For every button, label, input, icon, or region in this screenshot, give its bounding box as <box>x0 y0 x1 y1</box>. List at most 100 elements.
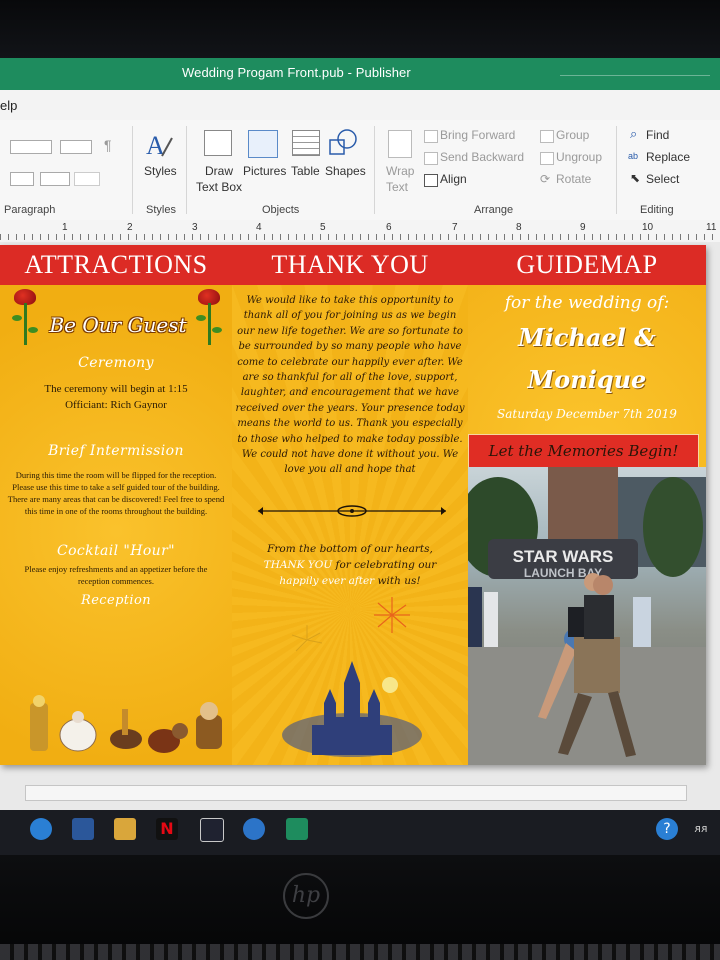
intermission-title: Brief Intermission <box>48 443 184 459</box>
guidemap-header: GUIDEMAP <box>468 245 706 285</box>
align-button[interactable]: Align <box>440 172 467 186</box>
ruler-tick-label: 1 <box>62 222 68 233</box>
send-backward-icon[interactable] <box>424 152 438 165</box>
ruler-tick-label: 4 <box>256 222 262 233</box>
bring-forward-button[interactable]: Bring Forward <box>440 128 515 142</box>
ruler-tick-label: 11 <box>706 222 717 233</box>
styles-group-label: Styles <box>146 204 176 216</box>
text-box-icon[interactable] <box>204 130 232 156</box>
photo-sign-text-1: STAR WARS <box>513 547 614 566</box>
ruler-tick-label: 3 <box>192 222 198 233</box>
ceremony-time: The ceremony will begin at 1:15 <box>44 383 188 395</box>
ceremony-title: Ceremony <box>78 355 154 371</box>
mail-icon[interactable] <box>200 818 224 842</box>
people-icon[interactable]: ᴙᴙ <box>690 818 712 840</box>
rotate-icon[interactable]: ⟳ <box>540 172 550 186</box>
media-icon[interactable] <box>243 818 265 840</box>
hp-logo: hp <box>283 873 329 919</box>
find-icon[interactable]: ⌕ <box>630 126 637 142</box>
align-objects-icon[interactable] <box>424 174 438 187</box>
monitor-bezel-top <box>0 0 720 60</box>
menu-bar: elp <box>0 90 720 120</box>
keyboard-edge <box>0 944 720 960</box>
select-icon[interactable]: ⬉ <box>630 171 640 185</box>
windows-icon[interactable] <box>30 818 52 840</box>
replace-button[interactable]: Replace <box>646 150 690 164</box>
ruler-tick-label: 5 <box>320 222 326 233</box>
ruler-tick-label: 2 <box>127 222 133 233</box>
pictures-icon[interactable] <box>248 130 278 158</box>
ruler-tick-label: 10 <box>642 222 654 233</box>
draw-text-box-label-1[interactable]: Draw <box>205 164 233 178</box>
officiant: Officiant: Rich Gaynor <box>65 399 167 411</box>
wrap-text-label-2[interactable]: Text <box>386 180 408 194</box>
horizontal-ruler: 1 2 3 4 5 6 7 8 9 10 11 <box>0 220 720 243</box>
be-our-guest-title: Be Our Guest <box>49 313 187 337</box>
editing-group-label: Editing <box>640 204 674 216</box>
attractions-header: ATTRACTIONS <box>0 245 232 285</box>
help-icon[interactable]: ? <box>656 818 678 840</box>
shapes-button[interactable]: Shapes <box>325 164 366 178</box>
reception-title: Reception <box>81 593 151 608</box>
rotate-button[interactable]: Rotate <box>556 172 591 186</box>
cocktail-text: Please enjoy refreshments and an appetiz… <box>24 564 208 586</box>
rose-right-icon <box>194 287 230 347</box>
word-icon[interactable] <box>72 818 94 840</box>
attractions-panel[interactable]: ATTRACTIONS Be Our Guest Ceremony The ce… <box>0 245 232 765</box>
pilcrow-icon[interactable]: ¶ <box>104 137 112 153</box>
bullets-icon[interactable] <box>60 140 92 154</box>
publisher-icon[interactable] <box>286 818 308 840</box>
document-page[interactable]: ATTRACTIONS Be Our Guest Ceremony The ce… <box>0 245 706 765</box>
ruler-tick-label: 6 <box>386 222 392 233</box>
ungroup-icon[interactable] <box>540 152 554 165</box>
beauty-and-beast-characters-image <box>26 695 246 761</box>
closing-line-1: From the bottom of our hearts, <box>267 543 433 555</box>
bride-name: Monique <box>527 365 647 394</box>
ornamental-divider <box>252 503 452 519</box>
castle-fireworks-image <box>272 585 432 760</box>
help-menu[interactable]: elp <box>0 98 17 113</box>
align-icon[interactable] <box>10 172 34 186</box>
title-bar: Wedding Progam Front.pub - Publisher <box>0 58 720 90</box>
memories-banner: Let the Memories Begin! <box>468 434 699 468</box>
wrap-text-icon[interactable] <box>388 130 412 158</box>
file-explorer-icon[interactable] <box>114 818 136 840</box>
paragraph-group-label: Paragraph <box>4 204 56 216</box>
bring-forward-icon[interactable] <box>424 130 438 143</box>
for-the-wedding-of: for the wedding of: <box>504 293 670 313</box>
table-icon[interactable] <box>292 130 320 156</box>
ruler-tick-label: 7 <box>452 222 458 233</box>
styles-icon[interactable]: A <box>144 130 174 160</box>
shapes-icon[interactable] <box>328 128 358 158</box>
group-icon[interactable] <box>540 130 554 143</box>
shading-icon[interactable] <box>74 172 100 186</box>
group-button[interactable]: Group <box>556 128 589 142</box>
objects-group-label: Objects <box>262 204 300 216</box>
select-button[interactable]: Select <box>646 172 679 186</box>
ruler-tick-label: 8 <box>516 222 522 233</box>
title-bar-graphic <box>560 65 710 76</box>
draw-text-box-label-2[interactable]: Text Box <box>196 180 242 194</box>
intermission-text: During this time the room will be flippe… <box>7 470 225 516</box>
netflix-icon[interactable]: N <box>156 818 178 840</box>
styles-button[interactable]: Styles <box>144 164 177 178</box>
wrap-text-label-1[interactable]: Wrap <box>386 164 414 178</box>
thank-you-panel[interactable]: THANK YOU We would like to take this opp… <box>232 245 468 765</box>
taskbar <box>0 810 720 855</box>
horizontal-scrollbar[interactable] <box>25 785 687 801</box>
wedding-date: Saturday December 7th 2019 <box>497 407 677 421</box>
thank-you-message: We would like to take this opportunity t… <box>235 295 465 476</box>
rose-left-icon <box>8 287 44 347</box>
pictures-button[interactable]: Pictures <box>243 164 286 178</box>
thank-you-header: THANK YOU <box>232 245 468 285</box>
find-button[interactable]: Find <box>646 128 669 142</box>
closing-celebrating: for celebrating our <box>332 559 437 571</box>
indent-icon[interactable] <box>10 140 52 154</box>
groom-name: Michael & <box>518 323 656 352</box>
replace-icon[interactable]: ab <box>628 151 638 161</box>
table-button[interactable]: Table <box>291 164 320 178</box>
line-spacing-icon[interactable] <box>40 172 70 186</box>
send-backward-button[interactable]: Send Backward <box>440 150 524 164</box>
ungroup-button[interactable]: Ungroup <box>556 150 602 164</box>
couple-photo: STAR WARS LAUNCH BAY <box>468 467 706 765</box>
